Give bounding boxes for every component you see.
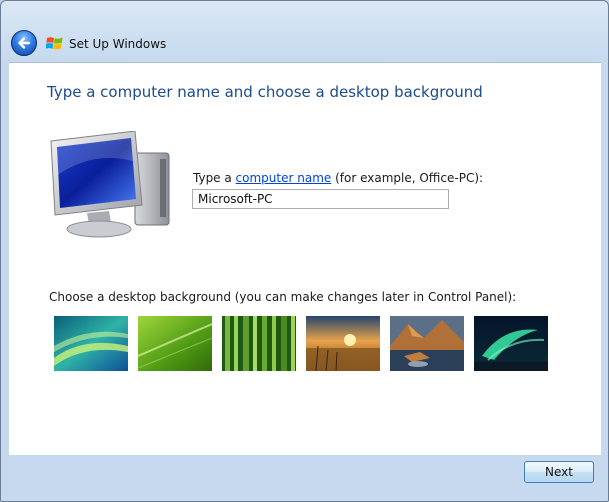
- background-thumbnail-leaf[interactable]: [138, 316, 212, 371]
- computer-name-link[interactable]: computer name: [236, 171, 332, 185]
- background-thumbnail-sunset[interactable]: [306, 316, 380, 371]
- window-title: Set Up Windows: [69, 37, 167, 51]
- back-arrow-icon: [18, 37, 31, 49]
- footer-bar: Next: [9, 455, 601, 493]
- background-thumbnail-aurora[interactable]: [54, 316, 128, 371]
- setup-window: Set Up Windows Type a computer name and …: [0, 0, 609, 502]
- computer-icon: [50, 131, 170, 238]
- computer-name-label-prefix: Type a: [193, 171, 236, 185]
- computer-name-label: Type a computer name (for example, Offic…: [193, 171, 483, 185]
- content-panel: Type a computer name and choose a deskto…: [9, 62, 601, 455]
- windows-logo-icon: [46, 37, 63, 50]
- background-thumbnail-northern-lights[interactable]: [474, 316, 548, 371]
- background-label: Choose a desktop background (you can mak…: [49, 290, 517, 304]
- computer-name-input[interactable]: [192, 189, 449, 209]
- background-thumbnail-bamboo[interactable]: [222, 316, 296, 371]
- computer-name-label-suffix: (for example, Office-PC):: [331, 171, 484, 185]
- page-heading: Type a computer name and choose a deskto…: [47, 83, 483, 101]
- next-button[interactable]: Next: [524, 461, 594, 483]
- background-thumbnail-rocky-lake[interactable]: [390, 316, 464, 371]
- back-button[interactable]: [11, 30, 37, 56]
- title-bar: Set Up Windows: [1, 1, 608, 61]
